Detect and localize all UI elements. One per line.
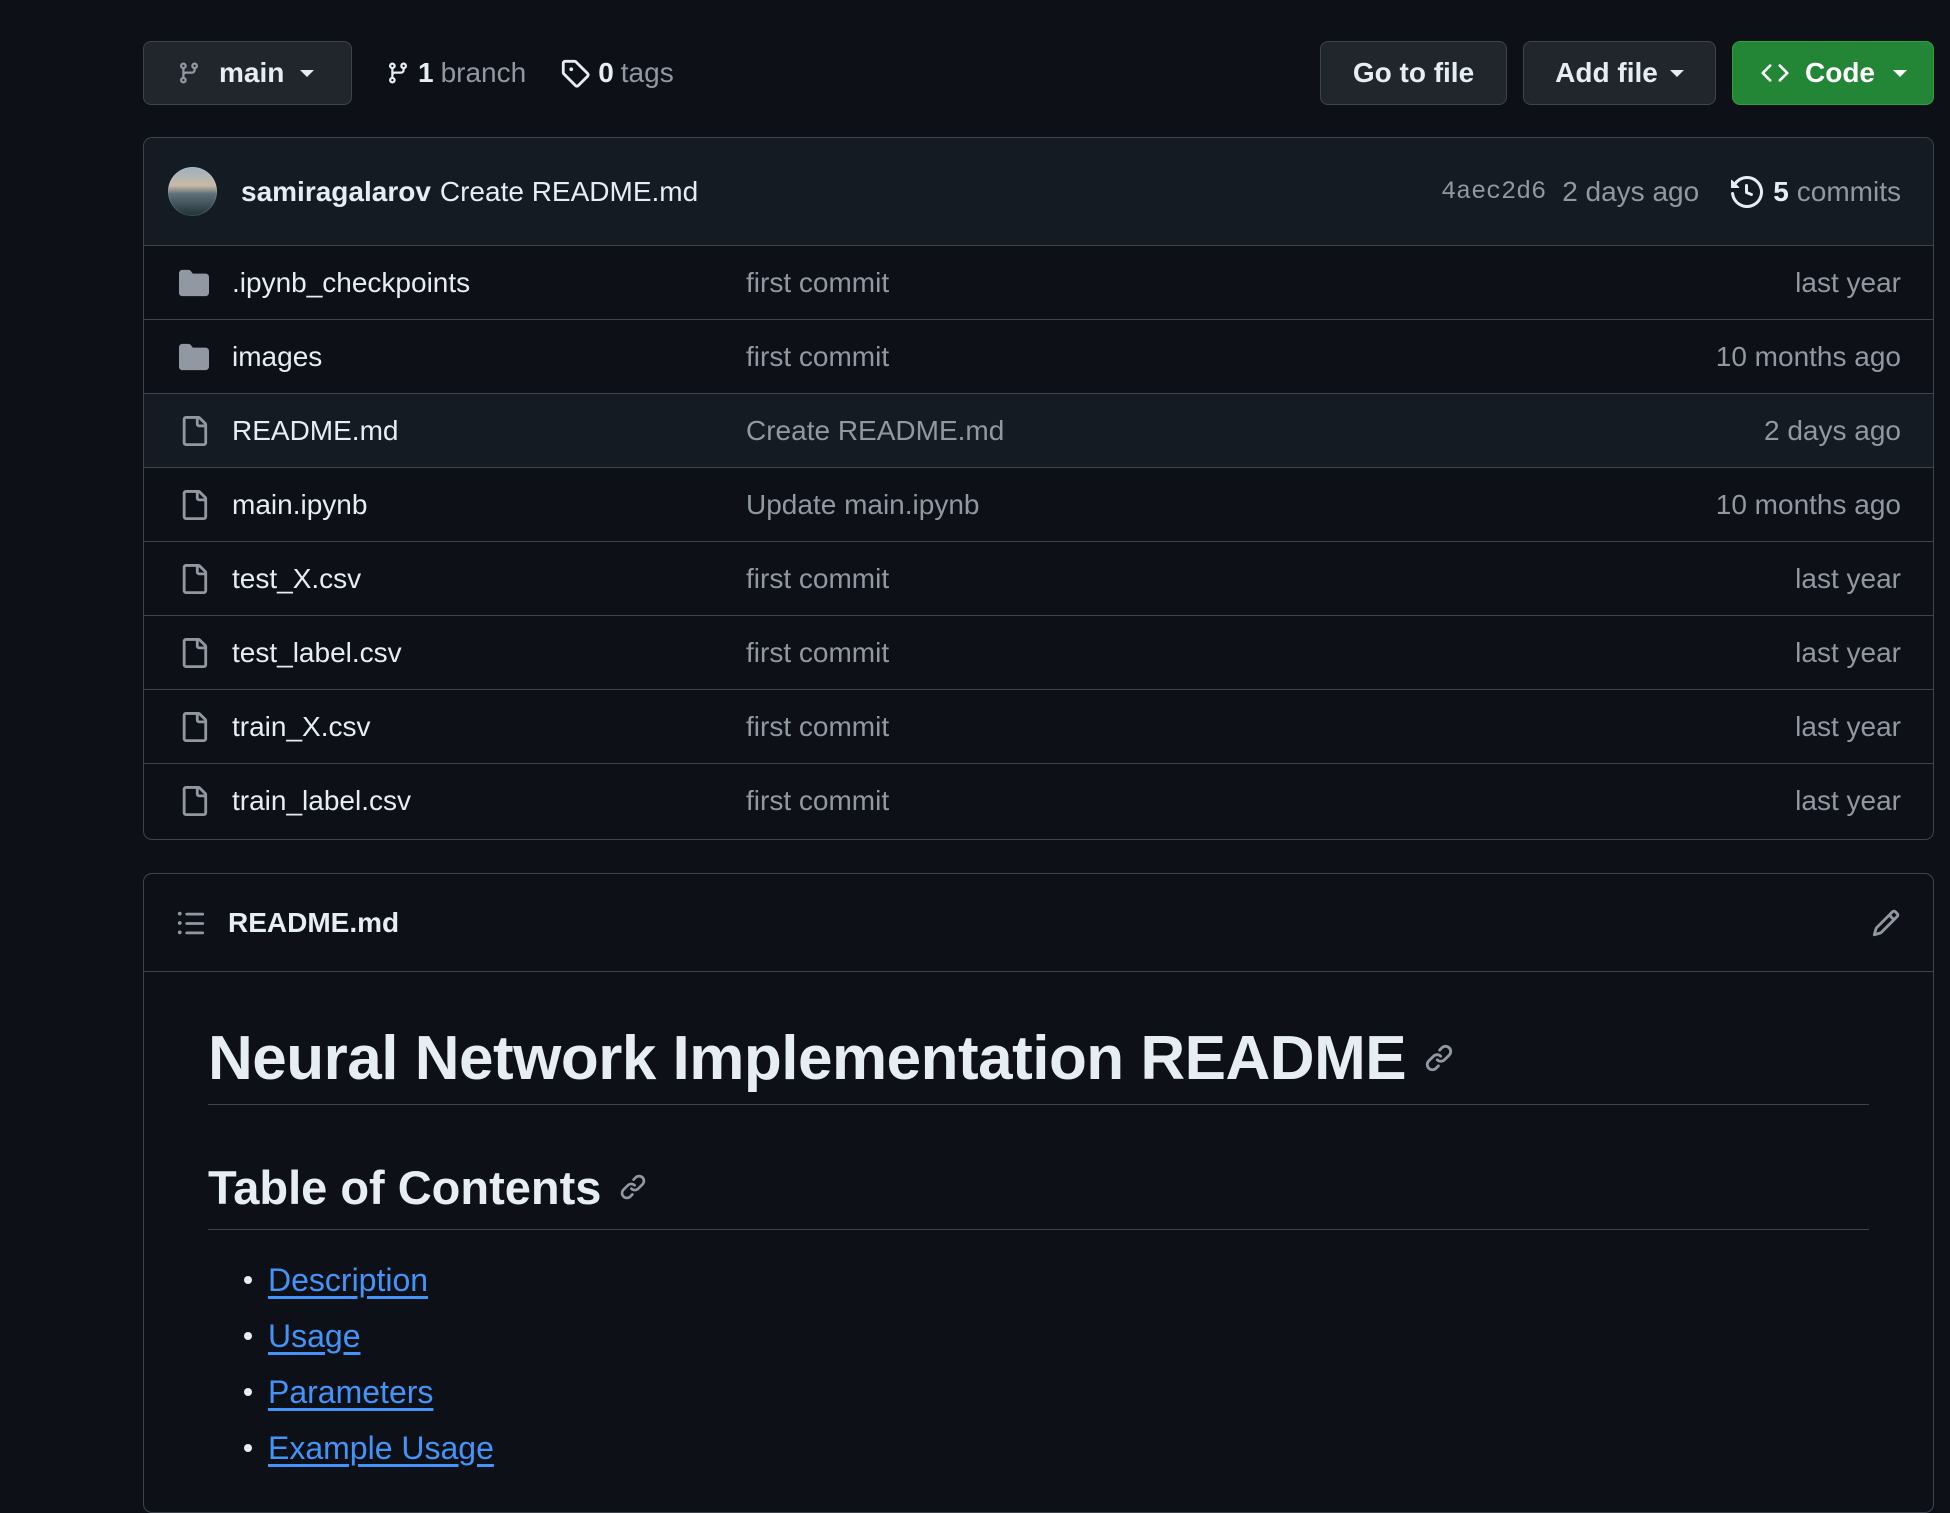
file-row[interactable]: images first commit 10 months ago (144, 320, 1933, 394)
commit-date: 2 days ago (1562, 175, 1700, 207)
readme-file-title[interactable]: README.md (228, 907, 399, 939)
tag-count: 0 (598, 57, 614, 88)
file-icon (176, 489, 212, 521)
readme-heading-2: Table of Contents (208, 1145, 1869, 1230)
latest-commit-bar: samiragalarov Create README.md 4aec2d6 2… (144, 138, 1933, 246)
history-icon (1731, 175, 1764, 208)
file-name[interactable]: test_label.csv (232, 637, 746, 669)
folder-icon (176, 268, 212, 298)
bullet-icon (244, 1388, 252, 1396)
file-commit-message[interactable]: first commit (746, 341, 1716, 373)
file-name[interactable]: .ipynb_checkpoints (232, 267, 746, 299)
branch-count: 1 (418, 57, 434, 88)
file-age: 10 months ago (1715, 340, 1901, 372)
file-name[interactable]: main.ipynb (232, 489, 746, 521)
tags-link[interactable]: 0 tags (560, 57, 674, 89)
file-listing: samiragalarov Create README.md 4aec2d6 2… (143, 137, 1934, 840)
file-row[interactable]: .ipynb_checkpoints first commit last yea… (144, 246, 1933, 320)
commit-author[interactable]: samiragalarov (241, 176, 431, 208)
toc-link-usage[interactable]: Usage (268, 1318, 361, 1355)
file-icon (176, 711, 212, 743)
file-name[interactable]: images (232, 341, 746, 373)
chevron-down-icon (1669, 69, 1684, 77)
toc-link-example-usage[interactable]: Example Usage (268, 1430, 494, 1467)
table-of-contents: Description Usage Parameters Example Usa… (208, 1252, 1869, 1476)
file-age: last year (1795, 710, 1901, 742)
repo-toolbar: main 1 branch 0 tags Go to file Add file… (143, 41, 1934, 105)
file-age: last year (1795, 266, 1901, 298)
list-unordered-icon[interactable] (176, 908, 206, 938)
git-branch-icon (177, 59, 201, 87)
branch-label: branch (440, 57, 527, 88)
code-label: Code (1805, 57, 1875, 88)
add-file-button[interactable]: Add file (1523, 41, 1716, 105)
file-name[interactable]: train_X.csv (232, 711, 746, 743)
file-commit-message[interactable]: Update main.ipynb (746, 489, 1716, 521)
list-item: Usage (208, 1308, 1869, 1364)
file-age: last year (1795, 785, 1901, 816)
file-row[interactable]: README.md Create README.md 2 days ago (144, 394, 1933, 468)
link-icon[interactable] (619, 1173, 647, 1201)
toc-heading: Table of Contents (208, 1160, 602, 1214)
list-item: Parameters (208, 1364, 1869, 1420)
file-name[interactable]: test_X.csv (232, 563, 746, 595)
file-age: 10 months ago (1715, 488, 1901, 520)
file-row[interactable]: train_label.csv first commit last year (144, 764, 1933, 838)
file-icon (176, 637, 212, 669)
readme-content: Neural Network Implementation README Tab… (144, 1012, 1933, 1476)
file-age: 2 days ago (1764, 414, 1901, 446)
folder-icon (176, 342, 212, 372)
link-icon[interactable] (1424, 1043, 1454, 1073)
tag-icon (560, 58, 590, 88)
add-file-label: Add file (1555, 57, 1658, 88)
readme-panel: README.md Neural Network Implementation … (143, 873, 1934, 1513)
chevron-down-icon (300, 69, 315, 77)
file-age: last year (1795, 562, 1901, 594)
file-name[interactable]: README.md (232, 415, 746, 447)
file-icon (176, 563, 212, 595)
file-commit-message[interactable]: first commit (746, 267, 1795, 299)
branch-select-button[interactable]: main (143, 41, 352, 105)
pencil-icon[interactable] (1871, 908, 1901, 938)
file-name[interactable]: train_label.csv (232, 785, 746, 817)
go-to-file-button[interactable]: Go to file (1320, 41, 1507, 105)
file-age: last year (1795, 636, 1901, 668)
bullet-icon (244, 1332, 252, 1340)
readme-title: Neural Network Implementation README (208, 1023, 1407, 1093)
bullet-icon (244, 1276, 252, 1284)
list-item: Description (208, 1252, 1869, 1308)
file-row[interactable]: test_X.csv first commit last year (144, 542, 1933, 616)
commit-message[interactable]: Create README.md (440, 176, 698, 208)
file-commit-message[interactable]: first commit (746, 785, 1795, 817)
file-commit-message[interactable]: first commit (746, 711, 1795, 743)
branch-name: main (219, 57, 285, 88)
bullet-icon (244, 1444, 252, 1452)
code-icon (1759, 59, 1791, 87)
list-item: Example Usage (208, 1420, 1869, 1476)
branches-link[interactable]: 1 branch (386, 57, 526, 89)
code-button[interactable]: Code (1732, 41, 1934, 105)
toc-link-parameters[interactable]: Parameters (268, 1374, 433, 1411)
tag-label: tags (620, 57, 674, 88)
avatar[interactable] (168, 167, 217, 216)
file-row[interactable]: test_label.csv first commit last year (144, 616, 1933, 690)
file-row[interactable]: main.ipynb Update main.ipynb 10 months a… (144, 468, 1933, 542)
toc-link-description[interactable]: Description (268, 1262, 428, 1299)
commit-sha[interactable]: 4aec2d6 (1441, 177, 1546, 206)
file-icon (176, 415, 212, 447)
chevron-down-icon (1893, 69, 1907, 77)
readme-header: README.md (144, 874, 1933, 972)
file-commit-message[interactable]: first commit (746, 637, 1795, 669)
commit-label: commits (1796, 175, 1901, 207)
readme-heading-1: Neural Network Implementation README (208, 1012, 1869, 1105)
file-icon (176, 785, 212, 817)
file-row[interactable]: train_X.csv first commit last year (144, 690, 1933, 764)
file-commit-message[interactable]: first commit (746, 563, 1795, 595)
commits-link[interactable]: 5 commits (1731, 176, 1901, 208)
git-branch-icon (386, 59, 410, 87)
commit-count: 5 (1773, 175, 1789, 207)
file-commit-message[interactable]: Create README.md (746, 415, 1764, 447)
